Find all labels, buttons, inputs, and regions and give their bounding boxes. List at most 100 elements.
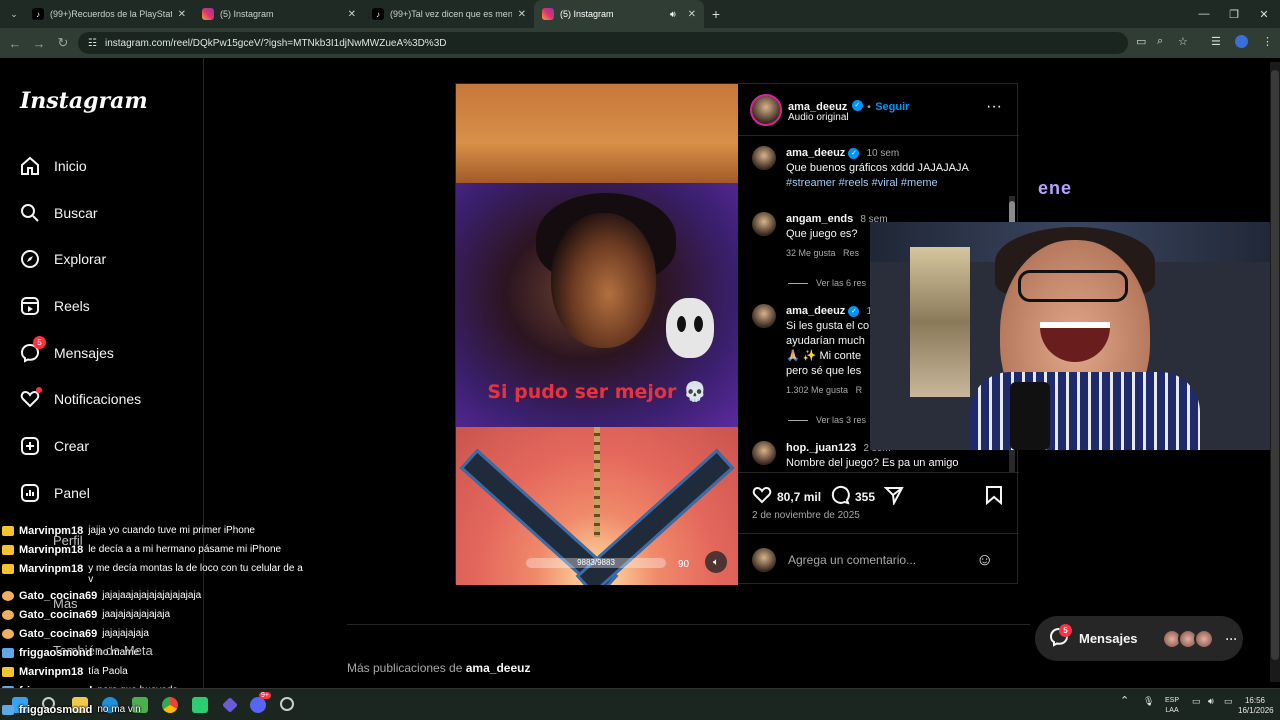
browser-tab-1[interactable]: ♪ (99+)Recuerdos de la PlayStation 2 ✕: [24, 0, 194, 28]
cast-icon[interactable]: ▭: [1136, 35, 1146, 48]
comment-item: angam_ends 8 sem Que juego es? 32 Me gus…: [752, 212, 888, 261]
more-posts-user[interactable]: ama_deeuz: [466, 661, 531, 675]
avatar[interactable]: [752, 212, 776, 236]
avatar[interactable]: [752, 441, 776, 465]
reply-button[interactable]: Res: [843, 248, 859, 258]
zoom-icon[interactable]: ⌕: [1157, 35, 1163, 48]
discord-icon[interactable]: 9+: [250, 692, 271, 713]
restore-button[interactable]: ❐: [1218, 0, 1250, 28]
heart-icon: [20, 387, 42, 409]
scroll-thumb[interactable]: [1271, 70, 1279, 660]
chat-message: Gato_cocina69 jaajajajajajajaja: [2, 609, 170, 621]
close-tab-icon[interactable]: ✕: [178, 9, 186, 20]
verified-icon: ✓: [848, 305, 860, 317]
avatar[interactable]: [752, 304, 776, 328]
url-field[interactable]: ☷ instagram.com/reel/DQkPw15gceV/?igsh=M…: [78, 32, 1128, 54]
tab-search-button[interactable]: ⌄: [4, 9, 24, 20]
game-hud-bar: 9883/9883: [526, 558, 666, 568]
sidebar-item-explorar[interactable]: Explorar: [20, 249, 106, 269]
add-comment-bar: Agrega un comentario... ☺: [738, 533, 1019, 586]
bookmark-star-icon[interactable]: ☆: [1178, 35, 1188, 48]
sidebar-item-crear[interactable]: Crear: [20, 436, 89, 456]
back-button[interactable]: ←: [3, 36, 27, 51]
messenger-icon: 5: [20, 336, 46, 363]
app-icon[interactable]: [222, 697, 238, 713]
audio-label[interactable]: Audio original: [788, 112, 849, 123]
sidebar-item-buscar[interactable]: Buscar: [20, 203, 98, 223]
speaker-icon[interactable]: 🔊︎: [670, 9, 676, 20]
like-count[interactable]: 1.302 Me gusta: [786, 385, 848, 395]
minimize-button[interactable]: —: [1188, 0, 1220, 28]
plus-square-icon: [20, 436, 40, 456]
app-icon[interactable]: [192, 697, 208, 713]
view-replies-button[interactable]: Ver las 3 res: [788, 415, 866, 425]
sidebar-item-panel[interactable]: Panel: [20, 483, 90, 503]
close-tab-icon[interactable]: ✕: [518, 9, 526, 20]
tray-expand-icon[interactable]: ⌃: [1120, 696, 1129, 707]
more-options-icon[interactable]: ···: [986, 98, 1002, 116]
close-tab-icon[interactable]: ✕: [688, 9, 696, 20]
reel-video[interactable]: Si pudo ser mejor 💀 9883/9883 90 🔈︎: [456, 84, 738, 585]
comment-input[interactable]: Agrega un comentario...: [788, 553, 916, 567]
author-avatar[interactable]: [750, 94, 782, 126]
browser-tab-bar: ⌄ ♪ (99+)Recuerdos de la PlayStation 2 ✕…: [0, 0, 1280, 28]
menu-icon[interactable]: ⋮: [1262, 35, 1273, 48]
save-button[interactable]: [985, 485, 1003, 508]
url-text: instagram.com/reel/DQkPw15gceV/?igsh=MTN…: [104, 37, 447, 49]
site-info-icon[interactable]: ☷: [88, 38, 97, 49]
volume-icon[interactable]: 🔊︎: [1208, 696, 1214, 706]
follow-button[interactable]: Seguir: [875, 101, 909, 113]
speaker-icon: 🔈︎: [713, 556, 719, 568]
browser-tab-2[interactable]: (5) Instagram ✕: [194, 0, 364, 28]
browser-tab-4[interactable]: (5) Instagram 🔊︎ ✕: [534, 0, 704, 28]
cat-badge-icon: [2, 591, 14, 601]
mute-button[interactable]: 🔈︎: [705, 551, 727, 573]
reload-button[interactable]: ↻: [51, 35, 75, 51]
profile-avatar[interactable]: [1235, 35, 1248, 48]
app-icon[interactable]: [280, 697, 294, 711]
share-button[interactable]: [883, 485, 904, 508]
sidebar-item-inicio[interactable]: Inicio: [20, 156, 87, 176]
sidebar-item-notificaciones[interactable]: Notificaciones: [20, 387, 141, 409]
chat-message: Marvinpm18 y me decía montas la de loco c…: [2, 563, 312, 585]
page-scrollbar[interactable]: [1270, 62, 1280, 682]
video-top-panel: [456, 84, 738, 183]
chrome-icon[interactable]: [162, 697, 178, 713]
close-tab-icon[interactable]: ✕: [348, 9, 356, 20]
avatar[interactable]: [752, 146, 776, 170]
mic-icon[interactable]: 🎙︎: [1143, 696, 1154, 706]
bookmark-icon: [985, 485, 1003, 508]
comment-button[interactable]: 355: [830, 485, 875, 508]
chat-message: Gato_cocina69 jajajaajajajajajajajajaja: [2, 590, 201, 602]
chat-message: friggaosmond no mame: [2, 647, 139, 659]
network-icon[interactable]: ▭: [1192, 696, 1201, 706]
browser-tab-3[interactable]: ♪ (99+)Tal vez dicen que es mentira ✕: [364, 0, 534, 28]
home-icon: [20, 156, 40, 176]
emoji-icon[interactable]: ☺: [976, 550, 993, 570]
badge-icon: [2, 648, 14, 658]
search-icon: [20, 203, 40, 223]
poster-shape: [910, 247, 970, 397]
comment-icon: [830, 485, 850, 508]
separator-dot: •: [867, 102, 871, 113]
hashtags[interactable]: #streamer #reels #viral #meme: [786, 177, 938, 189]
new-tab-button[interactable]: +: [704, 6, 728, 22]
battery-icon[interactable]: ▭: [1224, 696, 1233, 706]
like-count[interactable]: 32 Me gusta: [786, 248, 836, 258]
reading-list-icon[interactable]: ☰: [1211, 35, 1221, 48]
messages-pill[interactable]: 5 Mensajes ···: [1035, 616, 1243, 661]
language-indicator[interactable]: ESP LAA: [1165, 696, 1179, 716]
more-posts-label: Más publicaciones de ama_deeuz: [347, 661, 531, 675]
view-replies-button[interactable]: Ver las 6 res: [788, 278, 866, 288]
avatar: [1193, 628, 1214, 649]
comment-item: ama_deeuz ✓ 1 Si les gusta el co ayudarí…: [752, 304, 872, 398]
sidebar-item-reels[interactable]: Reels: [20, 296, 90, 316]
reply-button[interactable]: R: [856, 385, 863, 395]
instagram-logo[interactable]: Instagram: [20, 88, 148, 114]
sidebar-item-mensajes[interactable]: 5 Mensajes: [20, 336, 114, 363]
forward-button[interactable]: →: [27, 36, 51, 51]
close-window-button[interactable]: ✕: [1248, 0, 1280, 28]
post-actions: 80,7 mil 355 2 de noviembre de 2025 Agre…: [738, 472, 1019, 585]
like-button[interactable]: 80,7 mil: [752, 485, 821, 508]
clock[interactable]: 16:56 16/1/2026: [1238, 696, 1274, 716]
